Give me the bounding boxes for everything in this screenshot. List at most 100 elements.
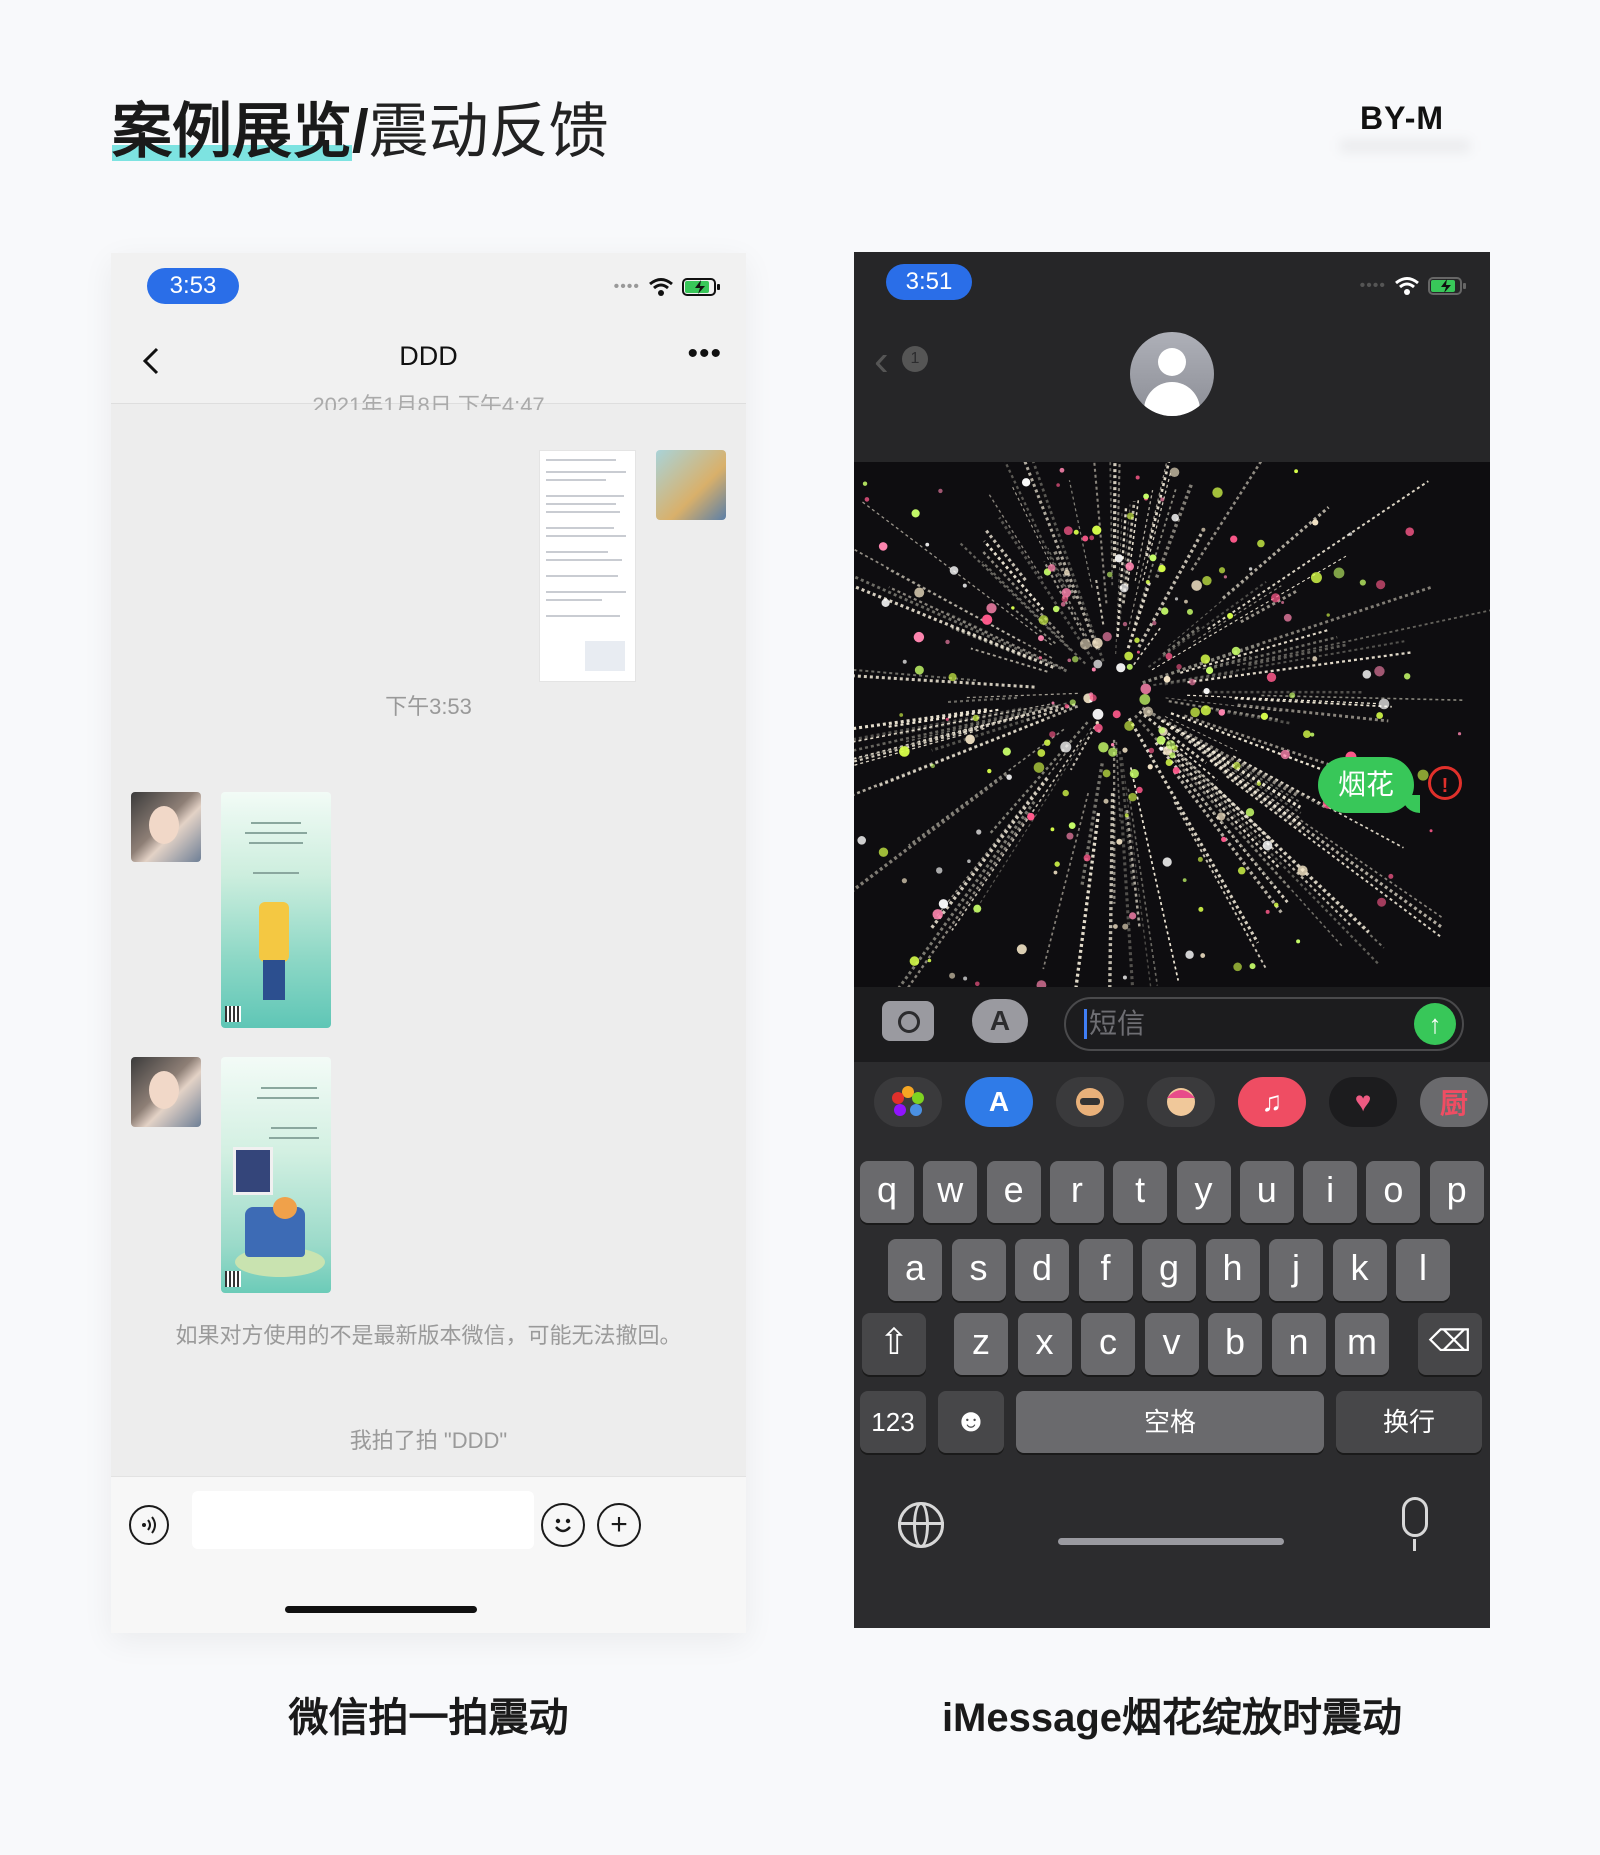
appstore-icon[interactable]: A [972, 999, 1028, 1043]
key-b[interactable]: b [1208, 1313, 1262, 1375]
key-a[interactable]: a [888, 1239, 942, 1301]
poster-text-line [251, 822, 301, 824]
space-key[interactable]: 空格 [1016, 1391, 1324, 1453]
smiley-face-icon [555, 1518, 571, 1533]
globe-icon[interactable] [898, 1502, 944, 1548]
firework-streak [1094, 577, 1105, 625]
more-button[interactable]: ••• [687, 337, 722, 371]
status-icons: •••• [614, 277, 722, 297]
firework-spark [1079, 638, 1091, 650]
key-q[interactable]: q [860, 1161, 914, 1223]
chat-area[interactable]: 2021年1月8日 下午4:47 下午3:53 如果对方使用的不是最新版本微信，… [111, 393, 746, 1494]
key-z[interactable]: z [954, 1313, 1008, 1375]
chat-timestamp: 下午3:53 [385, 694, 472, 719]
firework-spark [1067, 658, 1072, 663]
shift-key[interactable]: ⇧ [862, 1313, 926, 1375]
key-e[interactable]: e [986, 1161, 1041, 1223]
firework-spark [1053, 870, 1058, 875]
title-separator: / [352, 98, 369, 165]
plus-icon[interactable]: + [597, 1503, 641, 1547]
doc-line [546, 471, 626, 473]
firework-streak [1168, 578, 1249, 647]
key-l[interactable]: l [1396, 1239, 1450, 1301]
firework-spark [1125, 562, 1135, 571]
firework-spark [1082, 535, 1089, 542]
key-r[interactable]: r [1049, 1161, 1104, 1223]
send-error-icon[interactable]: ! [1428, 766, 1462, 800]
message-input[interactable] [192, 1491, 534, 1549]
contact-avatar[interactable] [131, 1057, 201, 1127]
camera-icon[interactable] [882, 1001, 934, 1041]
heart-icon[interactable]: ♥ [1329, 1077, 1397, 1127]
emoji-key[interactable]: ☻ [938, 1391, 1004, 1453]
key-o[interactable]: o [1366, 1161, 1421, 1223]
contact-avatar[interactable] [131, 792, 201, 862]
kitchen-icon[interactable]: 厨 [1420, 1077, 1488, 1127]
key-t[interactable]: t [1113, 1161, 1168, 1223]
firework-spark [1103, 798, 1109, 804]
my-avatar[interactable] [656, 450, 726, 520]
date-divider: 2021年1月8日 下午4:47 [312, 393, 545, 410]
contact-avatar-icon[interactable] [1130, 332, 1214, 416]
firework-spark [1061, 588, 1072, 598]
key-p[interactable]: p [1429, 1161, 1484, 1223]
message-input[interactable]: 短信 ↑ [1064, 997, 1464, 1051]
microphone-icon[interactable] [1402, 1497, 1428, 1537]
emoji-icon[interactable] [541, 1503, 585, 1547]
firework-spark [1083, 854, 1091, 862]
poster-image-message[interactable] [221, 792, 331, 1028]
poster-image-message[interactable] [221, 1057, 331, 1293]
firework-spark [1136, 786, 1143, 794]
firework-spark [1119, 583, 1129, 593]
firework-spark [1233, 962, 1242, 972]
photos-icon[interactable] [874, 1077, 942, 1127]
key-u[interactable]: u [1239, 1161, 1294, 1223]
firework-spark [1260, 712, 1269, 720]
home-indicator[interactable] [1058, 1538, 1284, 1545]
memoji2-icon[interactable] [1147, 1077, 1215, 1127]
memoji-icon[interactable] [1056, 1077, 1124, 1127]
back-chevron-icon[interactable]: ‹ [874, 336, 889, 386]
firework-spark [938, 488, 943, 494]
firework-spark [1312, 656, 1318, 662]
signal-icon: •••• [1359, 277, 1386, 294]
firework-streak [1190, 783, 1275, 886]
voice-icon[interactable] [129, 1505, 169, 1545]
firework-spark [1417, 769, 1429, 781]
music-icon[interactable]: ♫ [1238, 1077, 1306, 1127]
firework-spark [1376, 712, 1384, 719]
key-m[interactable]: m [1335, 1313, 1389, 1375]
key-n[interactable]: n [1271, 1313, 1326, 1375]
firework-streak [965, 692, 1078, 699]
firework-spark [1052, 605, 1060, 613]
delete-key[interactable]: ⌫ [1418, 1313, 1482, 1375]
numbers-key[interactable]: 123 [860, 1391, 926, 1453]
document-image-message[interactable] [539, 450, 636, 682]
firework-spark [927, 958, 932, 963]
home-indicator[interactable] [285, 1606, 477, 1613]
key-x[interactable]: x [1017, 1313, 1072, 1375]
firework-streak [1127, 788, 1159, 986]
key-k[interactable]: k [1332, 1239, 1387, 1301]
key-w[interactable]: w [923, 1161, 978, 1223]
key-f[interactable]: f [1078, 1239, 1133, 1301]
key-d[interactable]: d [1015, 1239, 1069, 1301]
appstore-icon[interactable]: A [965, 1077, 1033, 1127]
key-j[interactable]: j [1269, 1239, 1323, 1301]
firework-spark [1102, 769, 1111, 778]
firework-streak [951, 739, 1083, 931]
key-y[interactable]: y [1176, 1161, 1231, 1223]
firework-spark [1310, 572, 1322, 584]
firework-spark [1060, 602, 1066, 607]
key-g[interactable]: g [1142, 1239, 1196, 1301]
key-i[interactable]: i [1303, 1161, 1358, 1223]
key-h[interactable]: h [1205, 1239, 1260, 1301]
key-c[interactable]: c [1081, 1313, 1135, 1375]
firework-spark [1190, 707, 1200, 718]
key-v[interactable]: v [1144, 1313, 1199, 1375]
key-s[interactable]: s [951, 1239, 1006, 1301]
message-bubble[interactable]: 烟花 [1318, 757, 1421, 813]
firework-spark [1377, 897, 1387, 907]
return-key[interactable]: 换行 [1336, 1391, 1482, 1453]
send-button[interactable]: ↑ [1414, 1003, 1456, 1045]
